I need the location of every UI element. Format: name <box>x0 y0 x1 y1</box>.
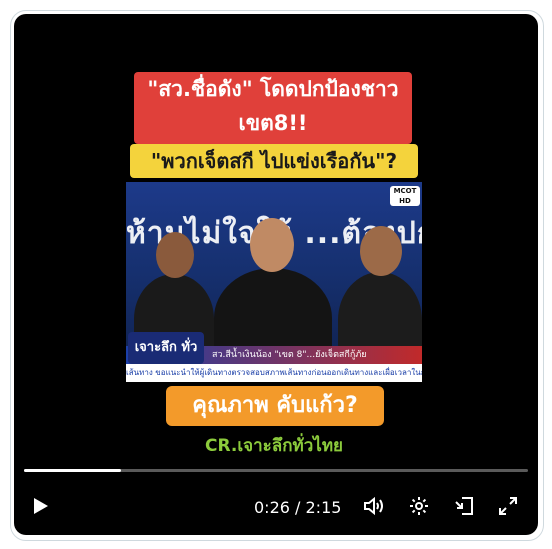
progress-fill <box>24 469 122 472</box>
time-display: 0:26 / 2:15 <box>254 498 342 517</box>
settings-icon[interactable] <box>403 490 435 522</box>
news-ticker: เส้นทาง ขอแนะนำให้ผู้เดินทางตรวจสอบสภาพเ… <box>126 364 422 382</box>
person-left-head <box>156 232 194 278</box>
channel-logo: MCOT HD <box>390 186 420 206</box>
person-right-head <box>360 226 402 276</box>
play-icon[interactable] <box>24 490 56 522</box>
caption-quality: คุณภาพ คับแก้ว? <box>166 386 384 426</box>
caption-question: "พวกเจ็ตสกี ไปแข่งเรือกัน"? <box>130 144 418 178</box>
caption-headline: "สว.ชื่อดัง" โดดปกป้องชาว เขต8!! <box>134 72 412 144</box>
control-bar: 0:26 / 2:15 <box>14 484 538 528</box>
pip-icon[interactable] <box>448 490 480 522</box>
credit-text: CR.เจาะลึกทั่วไทย <box>205 436 343 456</box>
volume-icon[interactable] <box>358 490 390 522</box>
person-center-head <box>250 218 294 272</box>
lower-third-text: สว.สีน้ำเงินน้อง "เขต 8"...ยังเจ็ตสกีกู้… <box>212 350 367 360</box>
video-frame: ห้ามไม่ใจให้ ...ต้องปก MCOT HD สว.สีน้ำเ… <box>126 182 422 382</box>
progress-bar[interactable] <box>24 469 528 472</box>
fullscreen-icon[interactable] <box>492 490 524 522</box>
show-logo: เจาะลึก ทั่วไทย <box>128 332 204 382</box>
video-player[interactable]: "สว.ชื่อดัง" โดดปกป้องชาว เขต8!! "พวกเจ็… <box>14 14 538 535</box>
